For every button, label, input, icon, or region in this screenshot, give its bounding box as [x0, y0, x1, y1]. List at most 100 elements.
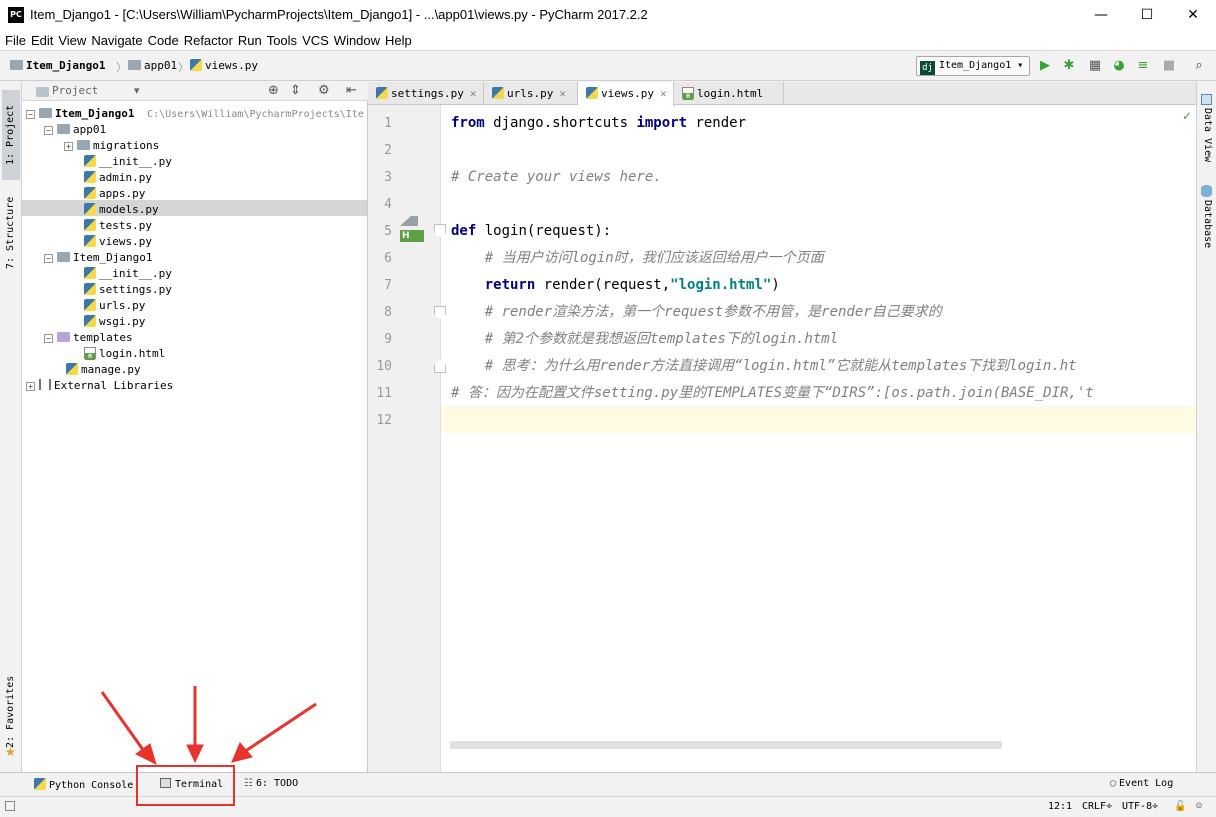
tree-item-templates[interactable]: − templates — [44, 330, 133, 346]
tab-login-html[interactable]: login.html — [674, 82, 784, 105]
close-tab-icon[interactable]: ✕ — [470, 87, 477, 100]
code-line-5[interactable]: def login(request): — [451, 218, 611, 245]
menu-edit[interactable]: Edit — [30, 31, 57, 50]
project-view-dropdown[interactable]: ▾ — [134, 84, 140, 97]
code-line-11[interactable]: # 答：因为在配置文件setting.py里的TEMPLATES变量下“DIRS… — [451, 380, 1196, 407]
code-line-6[interactable]: # 当用户访问login时，我们应该返回给用户一个页面 — [451, 245, 824, 272]
menu-run[interactable]: Run — [237, 31, 266, 50]
profile-icon[interactable]: ◕ — [1110, 57, 1128, 75]
collapse-icon[interactable]: ⇕ — [290, 83, 301, 98]
minimize-button[interactable]: — — [1078, 0, 1124, 31]
tree-item-settings[interactable]: settings.py — [84, 282, 172, 298]
tree-item-init[interactable]: __init__.py — [84, 154, 172, 170]
horizontal-scrollbar[interactable] — [450, 741, 1002, 749]
breadcrumb-views[interactable]: views.py — [190, 59, 258, 72]
inspection-ok-icon[interactable]: ✓ — [1182, 109, 1192, 123]
menu-help[interactable]: Help — [384, 31, 416, 50]
line-number: 9 — [384, 332, 392, 347]
concurrency-icon[interactable]: ≡ — [1134, 57, 1152, 75]
code-line-3[interactable]: # Create your views here. — [451, 164, 662, 191]
menu-tools[interactable]: Tools — [266, 31, 301, 50]
inspector-icon[interactable]: ☺ — [1196, 801, 1202, 812]
breadcrumb-project[interactable]: Item_Django1 — [10, 59, 105, 72]
python-file-icon — [84, 235, 96, 247]
expand-toggle-icon[interactable]: + — [26, 382, 35, 391]
star-icon: ★ — [5, 745, 16, 759]
tab-event-log[interactable]: ◯ Event Log — [1110, 778, 1173, 789]
close-tab-icon[interactable]: ✕ — [559, 87, 566, 100]
tab-data-view[interactable]: Data View — [1198, 108, 1216, 168]
breadcrumb-app01[interactable]: app01 — [128, 59, 177, 72]
lock-icon[interactable]: 🔓 — [1174, 801, 1186, 812]
tab-views-py[interactable]: views.py ✕ — [578, 82, 674, 106]
tab-python-console[interactable]: Python Console — [34, 778, 133, 791]
maximize-button[interactable]: ☐ — [1124, 0, 1170, 31]
menu-navigate[interactable]: Navigate — [90, 31, 146, 50]
tree-item-wsgi[interactable]: wsgi.py — [84, 314, 145, 330]
coverage-icon[interactable]: ▦ — [1086, 57, 1104, 75]
line-number: 12 — [376, 413, 392, 428]
tree-item-migrations[interactable]: + migrations — [64, 138, 159, 154]
tab-urls-py[interactable]: urls.py ✕ — [484, 82, 578, 105]
menu-refactor[interactable]: Refactor — [183, 31, 237, 50]
tab-project[interactable]: 1: Project — [2, 90, 20, 180]
run-configuration-select[interactable]: dj Item_Django1 ▾ — [916, 56, 1030, 76]
tab-todo[interactable]: ☷ 6: TODO — [244, 778, 298, 789]
menu-window[interactable]: Window — [333, 31, 384, 50]
tree-item-manage[interactable]: manage.py — [66, 362, 141, 378]
tree-item-login-html[interactable]: login.html — [84, 346, 165, 362]
python-file-icon — [84, 299, 96, 311]
tab-settings-py[interactable]: settings.py ✕ — [368, 82, 484, 105]
tab-structure[interactable]: 7: Structure — [2, 188, 20, 278]
tree-item-admin[interactable]: admin.py — [84, 170, 152, 186]
code-line-7[interactable]: return render(request,"login.html") — [451, 272, 780, 299]
menu-file[interactable]: File — [4, 31, 30, 50]
python-file-icon — [84, 219, 96, 231]
tree-item-external-libraries[interactable]: + External Libraries — [26, 378, 173, 394]
tab-favorites[interactable]: 2: Favorites — [2, 667, 20, 757]
debug-icon[interactable]: ✱ — [1060, 57, 1078, 75]
tab-database[interactable]: Database — [1198, 200, 1216, 260]
menu-view[interactable]: View — [57, 31, 90, 50]
search-icon[interactable]: ⌕ — [1190, 57, 1208, 75]
line-number: 4 — [384, 197, 392, 212]
project-view-label[interactable]: Project — [52, 84, 98, 97]
tree-item-tests[interactable]: tests.py — [84, 218, 152, 234]
code-line-8[interactable]: # render渲染方法，第一个request参数不用管，是render自己要求… — [451, 299, 942, 326]
line-number: 10 — [376, 359, 392, 374]
line-separator[interactable]: CRLF÷ — [1082, 801, 1112, 812]
close-tab-icon[interactable]: ✕ — [660, 87, 667, 100]
tree-item-root[interactable]: − Item_Django1 C:\Users\William\PycharmPr… — [26, 106, 364, 122]
file-encoding[interactable]: UTF-8÷ — [1122, 801, 1158, 812]
collapse-toggle-icon[interactable]: − — [26, 110, 35, 119]
python-file-icon — [190, 59, 202, 71]
python-file-icon — [84, 315, 96, 327]
locate-icon[interactable]: ⊕ — [268, 83, 279, 98]
code-line-9[interactable]: # 第2个参数就是我想返回templates下的login.html — [451, 326, 838, 353]
tree-item-models[interactable]: models.py — [84, 202, 159, 218]
code-line-10[interactable]: # 思考：为什么用render方法直接调用“login.html”它就能从tem… — [451, 353, 1196, 380]
run-icon[interactable]: ▶ — [1036, 57, 1054, 75]
tree-item-urls[interactable]: urls.py — [84, 298, 145, 314]
tree-item-item-django1[interactable]: − Item_Django1 — [44, 250, 152, 266]
left-tool-strip: 1: Project 7: Structure 2: Favorites ★ — [0, 82, 22, 772]
tree-item-views[interactable]: views.py — [84, 234, 152, 250]
caret-position[interactable]: 12:1 — [1048, 801, 1072, 812]
stop-icon[interactable]: ■ — [1160, 57, 1178, 75]
navigation-bar: Item_Django1 〉 app01 〉 views.py dj Item_D… — [0, 52, 1216, 81]
hide-panel-icon[interactable]: ⇤ — [346, 83, 357, 98]
template-link-icon[interactable]: H — [400, 230, 424, 242]
menu-code[interactable]: Code — [147, 31, 183, 50]
tool-window-toggle-icon[interactable] — [5, 801, 15, 811]
menu-vcs[interactable]: VCS — [301, 31, 333, 50]
gear-icon[interactable]: ⚙ — [318, 83, 330, 98]
tree-item-init[interactable]: __init__.py — [84, 266, 172, 282]
collapse-toggle-icon[interactable]: − — [44, 126, 53, 135]
expand-toggle-icon[interactable]: + — [64, 142, 73, 151]
collapse-toggle-icon[interactable]: − — [44, 334, 53, 343]
collapse-toggle-icon[interactable]: − — [44, 254, 53, 263]
close-button[interactable]: ✕ — [1170, 0, 1216, 31]
folder-icon — [128, 60, 141, 70]
tree-item-app01[interactable]: − app01 — [44, 122, 106, 138]
code-line-1[interactable]: from django.shortcuts import render — [451, 110, 746, 137]
